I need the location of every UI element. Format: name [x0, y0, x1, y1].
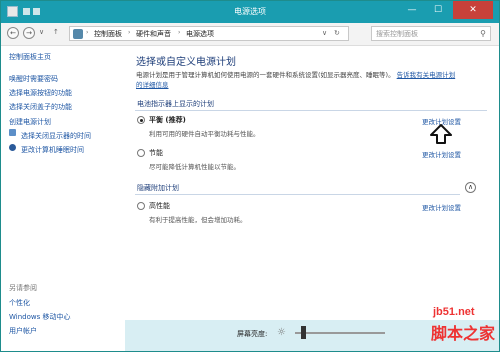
brightness-slider-track[interactable]	[295, 332, 385, 334]
watermark: jb51.net 脚本之家	[411, 306, 500, 353]
plan-high-performance-desc: 有利于提高性能，但会增加功耗。	[149, 216, 247, 224]
see-also-mobility-center-link[interactable]: Windows 移动中心	[9, 312, 70, 322]
power-options-window: 电源选项 — ☐ ✕ ← → ∨ ↑ › 控制面板 › 硬件和声音 › 电源选项…	[0, 0, 500, 352]
sidebar-item-wake-password[interactable]: 唤醒时需要密码	[9, 74, 58, 84]
sleep-icon	[9, 144, 16, 151]
page-description: 电源计划是用于管理计算机如何使用电源的一套硬件和系统设置(如显示器亮度、睡眠等)…	[136, 70, 476, 90]
control-panel-home-link[interactable]: 控制面板主页	[9, 52, 51, 62]
see-also-personalization-link[interactable]: 个性化	[9, 298, 30, 308]
plan-balanced-name[interactable]: 平衡 (推荐)	[149, 115, 186, 125]
forward-button[interactable]: →	[23, 27, 35, 39]
recent-locations-dropdown-icon[interactable]: ∨	[39, 28, 44, 36]
see-also-user-accounts-link[interactable]: 用户帐户	[9, 326, 37, 336]
plan-power-saver-radio[interactable]	[137, 149, 145, 157]
breadcrumb-hardware-sound[interactable]: 硬件和声音	[136, 29, 171, 39]
minimize-button[interactable]: —	[399, 1, 425, 19]
plan-high-performance-radio[interactable]	[137, 202, 145, 210]
search-icon[interactable]: ⚲	[480, 29, 486, 38]
section-hidden-plans: 隐藏附加计划	[135, 183, 460, 195]
plan-power-saver-name[interactable]: 节能	[149, 148, 163, 158]
title-bar[interactable]: 电源选项 — ☐ ✕	[1, 1, 499, 23]
breadcrumb-separator[interactable]: ›	[178, 29, 180, 36]
display-icon	[9, 129, 16, 136]
sidebar-item-display-off[interactable]: 选择关闭显示器的时间	[21, 131, 91, 141]
navigation-bar: ← → ∨ ↑ › 控制面板 › 硬件和声音 › 电源选项 ∨ ↻ 搜索控制面板…	[1, 23, 499, 46]
sidebar: 控制面板主页 唤醒时需要密码 选择电源按钮的功能 选择关闭盖子的功能 创建电源计…	[1, 46, 119, 351]
breadcrumb-power-options[interactable]: 电源选项	[186, 29, 214, 39]
page-title: 选择或自定义电源计划	[136, 57, 236, 68]
section-shown-plans-label: 电池指示器上显示的计划	[137, 100, 214, 108]
search-input[interactable]: 搜索控制面板	[376, 29, 418, 39]
section-shown-plans: 电池指示器上显示的计划	[135, 99, 487, 111]
power-plan-info-link[interactable]: 告诉我有关电源计划	[397, 71, 456, 79]
refresh-button[interactable]: ↻	[334, 29, 340, 37]
search-box[interactable]: 搜索控制面板 ⚲	[371, 26, 491, 41]
plan-high-performance-change-link[interactable]: 更改计划设置	[422, 202, 461, 212]
section-hidden-plans-label[interactable]: 隐藏附加计划	[137, 183, 179, 193]
back-button[interactable]: ←	[7, 27, 19, 39]
watermark-url: jb51.net	[433, 306, 475, 318]
plan-balanced-desc: 利用可用的硬件自动平衡功耗与性能。	[149, 130, 260, 138]
address-dropdown-icon[interactable]: ∨	[322, 29, 327, 37]
address-bar[interactable]: › 控制面板 › 硬件和声音 › 电源选项 ∨ ↻	[69, 26, 349, 41]
close-button[interactable]: ✕	[453, 1, 493, 19]
sidebar-item-sleep-time[interactable]: 更改计算机睡眠时间	[21, 145, 84, 155]
plan-power-saver-desc: 尽可能降低计算机性能以节能。	[149, 163, 240, 171]
breadcrumb-control-panel[interactable]: 控制面板	[94, 29, 122, 39]
plan-high-performance-name[interactable]: 高性能	[149, 201, 170, 211]
brightness-slider-thumb[interactable]	[301, 326, 306, 339]
breadcrumb-separator[interactable]: ›	[128, 29, 130, 36]
breadcrumb-separator[interactable]: ›	[86, 29, 88, 36]
sidebar-item-create-plan[interactable]: 创建电源计划	[9, 117, 51, 127]
description-text: 电源计划是用于管理计算机如何使用电源的一套硬件和系统设置(如显示器亮度、睡眠等)…	[136, 71, 395, 79]
control-panel-icon	[73, 29, 83, 39]
plan-power-saver-change-link[interactable]: 更改计划设置	[422, 149, 461, 159]
see-also-heading: 另请参阅	[9, 284, 37, 292]
brightness-low-icon: ☼	[277, 327, 286, 338]
up-arrow-annotation-icon	[430, 124, 452, 144]
up-button[interactable]: ↑	[53, 28, 59, 36]
collapse-hidden-plans-button[interactable]: ∧	[465, 182, 476, 193]
power-plan-info-link-continued[interactable]: 的详细信息	[136, 81, 169, 89]
sidebar-item-power-buttons[interactable]: 选择电源按钮的功能	[9, 88, 72, 98]
sidebar-item-lid-close[interactable]: 选择关闭盖子的功能	[9, 102, 72, 112]
plan-balanced-radio[interactable]	[137, 116, 145, 124]
brightness-label: 屏幕亮度:	[237, 330, 268, 338]
maximize-button[interactable]: ☐	[425, 1, 451, 19]
watermark-text: 脚本之家	[431, 324, 496, 343]
